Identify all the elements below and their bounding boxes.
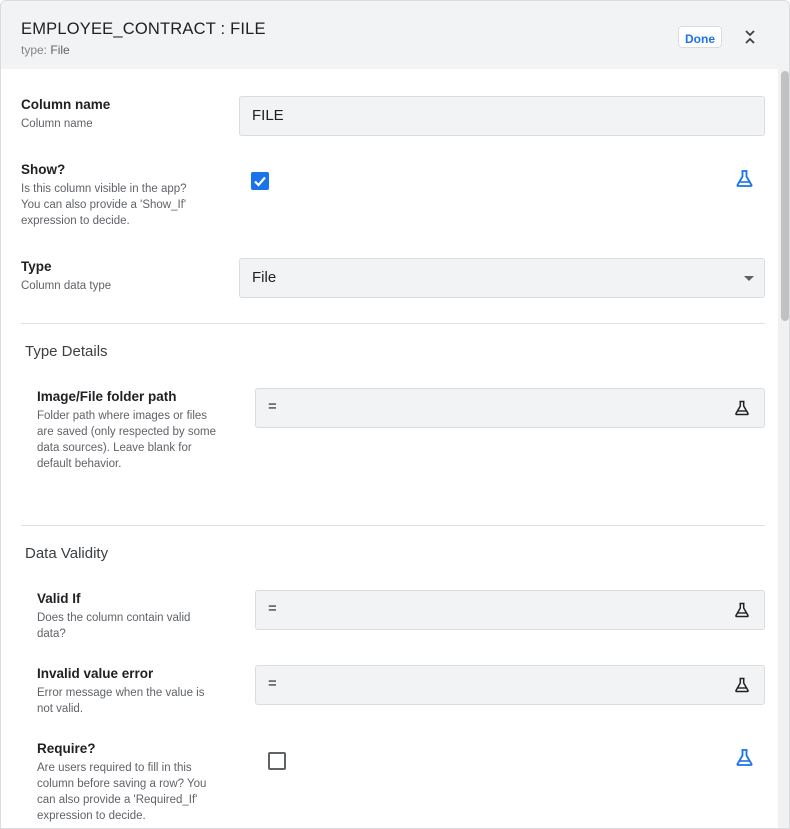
show-label: Show?	[21, 162, 66, 177]
folder-path-desc: Folder path where images or files are sa…	[37, 408, 216, 472]
type-prefix: type:	[21, 43, 48, 57]
required-if-flask-icon[interactable]	[735, 748, 754, 767]
folder-path-field[interactable]: =	[255, 388, 765, 428]
flask-icon[interactable]	[734, 677, 750, 693]
column-name-desc: Column name	[21, 118, 93, 130]
show-if-flask-icon[interactable]	[735, 169, 754, 188]
require-desc-line: column before saving a row? You	[37, 778, 207, 790]
invalid-error-desc: Error message when the value is not vali…	[37, 685, 204, 717]
valid-if-desc: Does the column contain valid data?	[37, 610, 190, 642]
column-name-label: Column name	[21, 97, 111, 112]
show-desc-line: You can also provide a 'Show_If'	[21, 199, 187, 211]
folder-path-label: Image/File folder path	[37, 389, 177, 404]
dropdown-arrow-icon	[744, 276, 754, 281]
show-desc-line: expression to decide.	[21, 215, 130, 227]
folder-path-desc-line: default behavior.	[37, 458, 122, 470]
require-desc: Are users required to fill in this colum…	[37, 760, 206, 824]
require-desc-line: Are users required to fill in this	[37, 762, 192, 774]
divider	[21, 323, 765, 324]
type-details-heading: Type Details	[25, 343, 108, 360]
chevrons-collapse-icon[interactable]	[741, 28, 759, 46]
flask-icon[interactable]	[734, 400, 750, 416]
invalid-error-desc-line: not valid.	[37, 703, 84, 715]
invalid-error-desc-line: Error message when the value is	[37, 687, 205, 699]
panel-subtitle: type: File	[21, 43, 70, 57]
scrollbar-thumb[interactable]	[781, 71, 789, 321]
done-button[interactable]: Done	[678, 26, 722, 48]
type-value: File	[50, 43, 70, 57]
type-label: Type	[21, 259, 52, 274]
panel-title: EMPLOYEE_CONTRACT : FILE	[21, 20, 266, 38]
divider	[21, 525, 765, 526]
valid-if-label: Valid If	[37, 591, 81, 606]
checkmark-icon	[254, 176, 266, 187]
invalid-error-value: =	[268, 675, 277, 692]
folder-path-desc-line: are saved (only respected by some	[37, 426, 216, 438]
type-desc: Column data type	[21, 280, 112, 292]
require-desc-line: expression to decide.	[37, 810, 146, 822]
type-select-value: File	[252, 269, 277, 286]
column-name-value: FILE	[252, 107, 284, 124]
require-checkbox[interactable]	[268, 752, 286, 770]
invalid-error-label: Invalid value error	[37, 666, 154, 681]
valid-if-desc-line: data?	[37, 628, 66, 640]
valid-if-field[interactable]: =	[255, 590, 765, 630]
folder-path-desc-line: data sources). Leave blank for	[37, 442, 192, 454]
flask-icon[interactable]	[734, 602, 750, 618]
column-editor-panel: EMPLOYEE_CONTRACT : FILE type: File Done…	[0, 0, 790, 829]
panel-header: EMPLOYEE_CONTRACT : FILE type: File Done	[1, 1, 789, 69]
show-desc: Is this column visible in the app? You c…	[21, 181, 187, 229]
column-name-field[interactable]: FILE	[239, 96, 765, 136]
type-select[interactable]: File	[239, 258, 765, 298]
valid-if-desc-line: Does the column contain valid	[37, 612, 191, 624]
data-validity-heading: Data Validity	[25, 545, 109, 562]
require-desc-line: can also provide a 'Required_If'	[37, 794, 198, 806]
require-label: Require?	[37, 741, 96, 756]
valid-if-value: =	[268, 600, 277, 617]
folder-path-value: =	[268, 398, 277, 415]
folder-path-desc-line: Folder path where images or files	[37, 410, 208, 422]
invalid-error-field[interactable]: =	[255, 665, 765, 705]
show-desc-line: Is this column visible in the app?	[21, 183, 187, 195]
show-checkbox[interactable]	[251, 172, 269, 190]
